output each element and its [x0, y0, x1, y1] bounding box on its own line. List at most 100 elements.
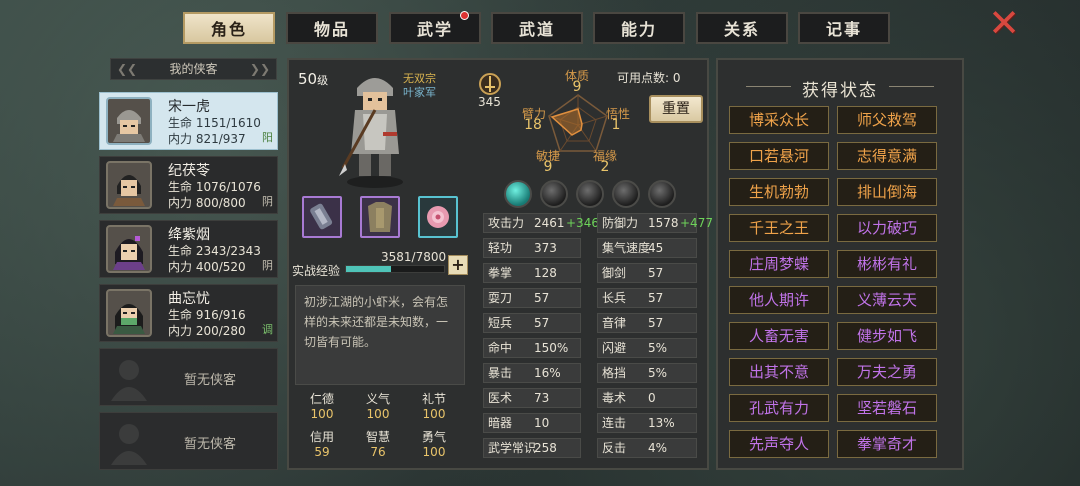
virtue-value: 59 — [314, 445, 330, 459]
status-effect[interactable]: 健步如飞 — [837, 322, 937, 350]
tab-items[interactable]: 物品 — [286, 12, 378, 44]
status-effect[interactable]: 彬彬有礼 — [837, 250, 937, 278]
stat-value: 4% — [648, 441, 668, 455]
status-effect[interactable]: 他人期许 — [729, 286, 829, 314]
status-effect[interactable]: 生机勃勃 — [729, 178, 829, 206]
status-panel-title: 获得状态 — [716, 76, 964, 101]
exp-value: 3581/7800 — [381, 250, 447, 264]
stat-value: 73 — [534, 391, 550, 405]
tab-abilities[interactable]: 能力 — [593, 12, 685, 44]
equip-slot-accessory[interactable] — [418, 196, 458, 238]
stat-row: 短兵 57 — [483, 313, 581, 333]
available-points-label: 可用点数: — [617, 71, 670, 85]
tab-journal[interactable]: 记事 — [798, 12, 890, 44]
equip-slot-armor[interactable] — [360, 196, 400, 238]
attr-tizhi-value: 9 — [572, 79, 582, 95]
virtue-item: 勇气 100 — [409, 428, 459, 459]
reset-button[interactable]: 重置 — [649, 95, 703, 123]
member-tag: 阳 — [262, 131, 273, 144]
stat-label: 短兵 — [488, 316, 513, 330]
available-points: 可用点数: 0 — [617, 69, 681, 86]
add-exp-button[interactable]: + — [448, 255, 468, 275]
status-effect[interactable]: 万夫之勇 — [837, 358, 937, 386]
stat-label: 集气速度 — [602, 241, 651, 255]
roster-member-4[interactable]: 曲忘忧 生命 916/916 内力 200/280 调 — [99, 284, 278, 342]
status-effect[interactable]: 千王之王 — [729, 214, 829, 242]
stat-value: 5% — [648, 366, 668, 380]
stat-label: 命中 — [488, 341, 513, 355]
stat-label: 轻功 — [488, 241, 513, 255]
character-sprite — [339, 78, 403, 188]
tab-relations[interactable]: 关系 — [696, 12, 788, 44]
virtue-item: 信用 59 — [297, 428, 347, 459]
stat-value: 1578 — [648, 216, 679, 230]
avatar — [106, 225, 152, 273]
stat-row: 武学常识 258 — [483, 438, 581, 458]
status-effect[interactable]: 师父救驾 — [837, 106, 937, 134]
attr-fuyuan-value: 2 — [600, 159, 610, 175]
status-effect[interactable]: 口若悬河 — [729, 142, 829, 170]
level-unit: 级 — [317, 74, 329, 87]
gem-slot-3-icon[interactable] — [576, 180, 604, 208]
status-effect[interactable]: 拳掌奇才 — [837, 430, 937, 458]
combat-power-icon — [479, 73, 501, 95]
empty-avatar-icon — [111, 424, 147, 465]
stat-bonus: +477 — [680, 216, 713, 230]
status-effect[interactable]: 人畜无害 — [729, 322, 829, 350]
stat-row: 轻功 373 — [483, 238, 581, 258]
roster-header: ❮❮ 我的侠客 ❯❯ — [110, 58, 277, 80]
stat-label: 反击 — [602, 441, 627, 455]
virtue-label: 义气 — [365, 392, 390, 406]
member-hp: 生命 1076/1076 — [168, 180, 261, 194]
member-tag: 调 — [262, 323, 273, 336]
roster-empty-slot[interactable]: 暂无侠客 — [99, 412, 278, 470]
virtue-item: 礼节 100 — [409, 390, 459, 421]
stat-row: 御剑 57 — [597, 263, 697, 283]
tab-martial-way[interactable]: 武道 — [491, 12, 583, 44]
gem-slot-2-icon[interactable] — [540, 180, 568, 208]
character-description: 初涉江湖的小虾米，会有怎样的未来还都是未知数，一切皆有可能。 — [295, 285, 465, 385]
available-points-value: 0 — [672, 71, 681, 85]
chevron-right-icon[interactable]: ❯❯ — [250, 59, 270, 79]
stat-label: 医术 — [488, 391, 513, 405]
status-effect[interactable]: 博采众长 — [729, 106, 829, 134]
stat-label: 连击 — [602, 416, 627, 430]
virtue-value: 100 — [366, 407, 390, 421]
equip-slot-weapon[interactable] — [302, 196, 342, 238]
roster-member-3[interactable]: 绛紫烟 生命 2343/2343 内力 400/520 阴 — [99, 220, 278, 278]
virtue-label: 信用 — [309, 430, 334, 444]
status-effect[interactable]: 义薄云天 — [837, 286, 937, 314]
status-effect[interactable]: 孔武有力 — [729, 394, 829, 422]
gem-slot-5-icon[interactable] — [648, 180, 676, 208]
status-effect[interactable]: 庄周梦蝶 — [729, 250, 829, 278]
tab-character[interactable]: 角色 — [183, 12, 275, 44]
stat-value: 128 — [534, 266, 557, 280]
flower-icon — [427, 206, 449, 228]
virtue-value: 100 — [310, 407, 334, 421]
member-name: 曲忘忧 — [168, 291, 210, 307]
status-effect[interactable]: 出其不意 — [729, 358, 829, 386]
gem-slot-1-icon[interactable] — [504, 180, 532, 208]
status-effect[interactable]: 排山倒海 — [837, 178, 937, 206]
tab-martial-arts[interactable]: 武学 — [389, 11, 481, 44]
status-effect[interactable]: 以力破巧 — [837, 214, 937, 242]
stat-label: 暗器 — [488, 416, 513, 430]
status-effect[interactable]: 坚若磐石 — [837, 394, 937, 422]
chevron-left-icon[interactable]: ❮❮ — [117, 59, 137, 79]
stat-value: 57 — [648, 316, 664, 330]
stat-row: 攻击力 2461 +346 — [483, 213, 599, 233]
status-effect[interactable]: 先声夺人 — [729, 430, 829, 458]
stat-label: 闪避 — [602, 341, 627, 355]
stat-row: 命中 150% — [483, 338, 581, 358]
virtue-item: 义气 100 — [353, 390, 403, 421]
status-effect[interactable]: 志得意满 — [837, 142, 937, 170]
roster-empty-slot[interactable]: 暂无侠客 — [99, 348, 278, 406]
close-icon[interactable]: ✕ — [987, 4, 1021, 42]
stat-value: 10 — [534, 416, 550, 430]
empty-slot-label: 暂无侠客 — [184, 437, 237, 452]
stat-row: 暗器 10 — [483, 413, 581, 433]
roster-member-2[interactable]: 纪茯苓 生命 1076/1076 内力 800/800 阴 — [99, 156, 278, 214]
stat-row: 反击 4% — [597, 438, 697, 458]
gem-slot-4-icon[interactable] — [612, 180, 640, 208]
roster-member-1[interactable]: 宋一虎 生命 1151/1610 内力 821/937 阳 — [99, 92, 278, 150]
